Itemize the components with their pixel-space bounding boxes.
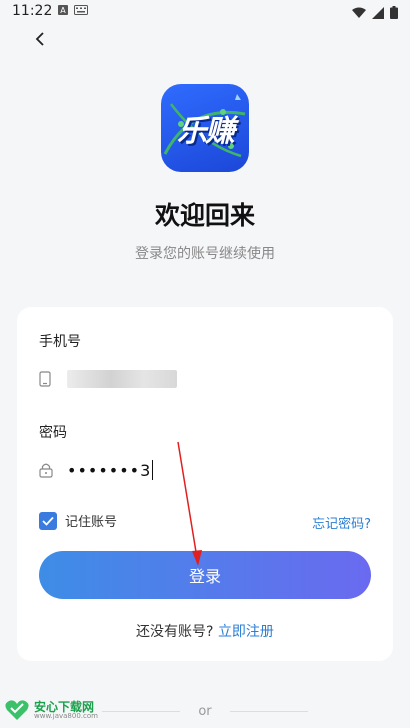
annotation-arrow-icon [177,441,202,566]
